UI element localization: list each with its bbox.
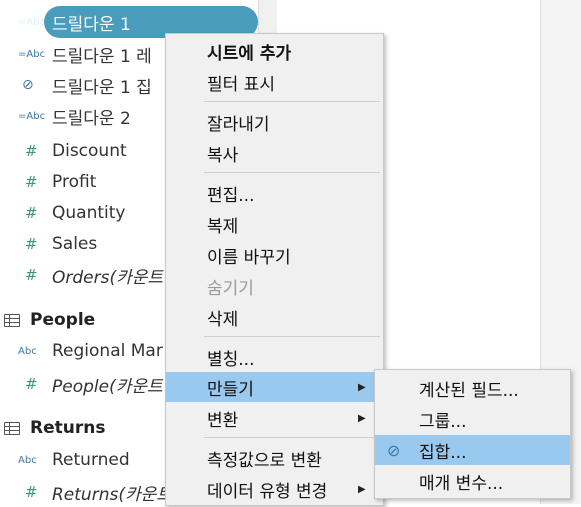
field-label: People(카운트 [52, 376, 163, 397]
menu-item-create[interactable]: 만들기 ▶ [166, 372, 383, 402]
submenu-arrow-icon: ▶ [358, 381, 366, 393]
hash-icon: # [25, 266, 38, 284]
menu-item-show-filter[interactable]: 필터 표시 [166, 67, 383, 97]
field-label: 드릴다운 1 레 [52, 46, 152, 67]
table-icon [4, 421, 20, 435]
menu-item-edit[interactable]: 편집... [166, 178, 383, 208]
abc-icon: Abc [18, 345, 37, 357]
field-label: Profit [52, 172, 97, 192]
hash-icon: # [25, 142, 38, 160]
abc-icon: =Abc [18, 16, 46, 28]
menu-item-copy[interactable]: 복사 [166, 138, 383, 168]
menu-item-duplicate[interactable]: 복제 [166, 209, 383, 239]
field-label: 드릴다운 1 집 [52, 77, 152, 98]
submenu-item-set[interactable]: ⊘ 집합... [375, 435, 570, 465]
menu-separator [204, 336, 380, 337]
hash-icon: # [25, 375, 38, 393]
field-label: Returned [52, 450, 130, 470]
submenu-arrow-icon: ▶ [358, 483, 366, 495]
menu-separator [204, 172, 380, 173]
submenu-arrow-icon: ▶ [358, 412, 366, 424]
hash-icon: # [25, 235, 38, 253]
hash-icon: # [25, 173, 38, 191]
field-label: Regional Mar [52, 341, 163, 361]
menu-separator [204, 437, 380, 438]
create-submenu: 계산된 필드... 그룹... ⊘ 집합... 매개 변수... [374, 369, 571, 499]
abc-icon: Abc [18, 454, 37, 466]
set-icon: ⊘ [387, 440, 401, 460]
abc-icon: =Abc [18, 48, 46, 60]
menu-item-delete[interactable]: 삭제 [166, 302, 383, 332]
menu-item-change-data-type[interactable]: 데이터 유형 변경 ▶ [166, 474, 383, 504]
field-label: Orders(카운트 [52, 267, 164, 288]
menu-item-rename[interactable]: 이름 바꾸기 [166, 240, 383, 270]
field-label: Returns(카운트 [52, 484, 172, 505]
hash-icon: # [25, 483, 38, 501]
field-label: Sales [52, 234, 98, 254]
menu-item-hide: 숨기기 [207, 278, 254, 299]
menu-item-transform[interactable]: 변환 ▶ [166, 403, 383, 433]
table-title: People [30, 310, 96, 330]
field-label: Discount [52, 141, 127, 161]
hash-icon: # [25, 204, 38, 222]
table-icon [4, 313, 20, 327]
menu-item-convert-to-measure[interactable]: 측정값으로 변환 [166, 443, 383, 473]
field-label: 드릴다운 2 [52, 108, 131, 129]
submenu-item-calculated-field[interactable]: 계산된 필드... [375, 373, 570, 403]
menu-item-cut[interactable]: 잘라내기 [166, 107, 383, 137]
context-menu: 시트에 추가 필터 표시 잘라내기 복사 편집... 복제 이름 바꾸기 숨기기… [165, 33, 384, 506]
menu-item-aliases[interactable]: 별칭... [166, 342, 383, 372]
menu-separator [204, 101, 380, 102]
abc-icon: =Abc [18, 110, 46, 122]
submenu-item-group[interactable]: 그룹... [375, 404, 570, 434]
field-label: 드릴다운 1 [52, 14, 131, 35]
table-title: Returns [30, 418, 106, 438]
field-label: Quantity [52, 203, 126, 223]
menu-item-add-to-sheet[interactable]: 시트에 추가 [166, 36, 383, 66]
submenu-item-parameter[interactable]: 매개 변수... [375, 466, 570, 496]
set-icon: ⊘ [22, 77, 34, 93]
